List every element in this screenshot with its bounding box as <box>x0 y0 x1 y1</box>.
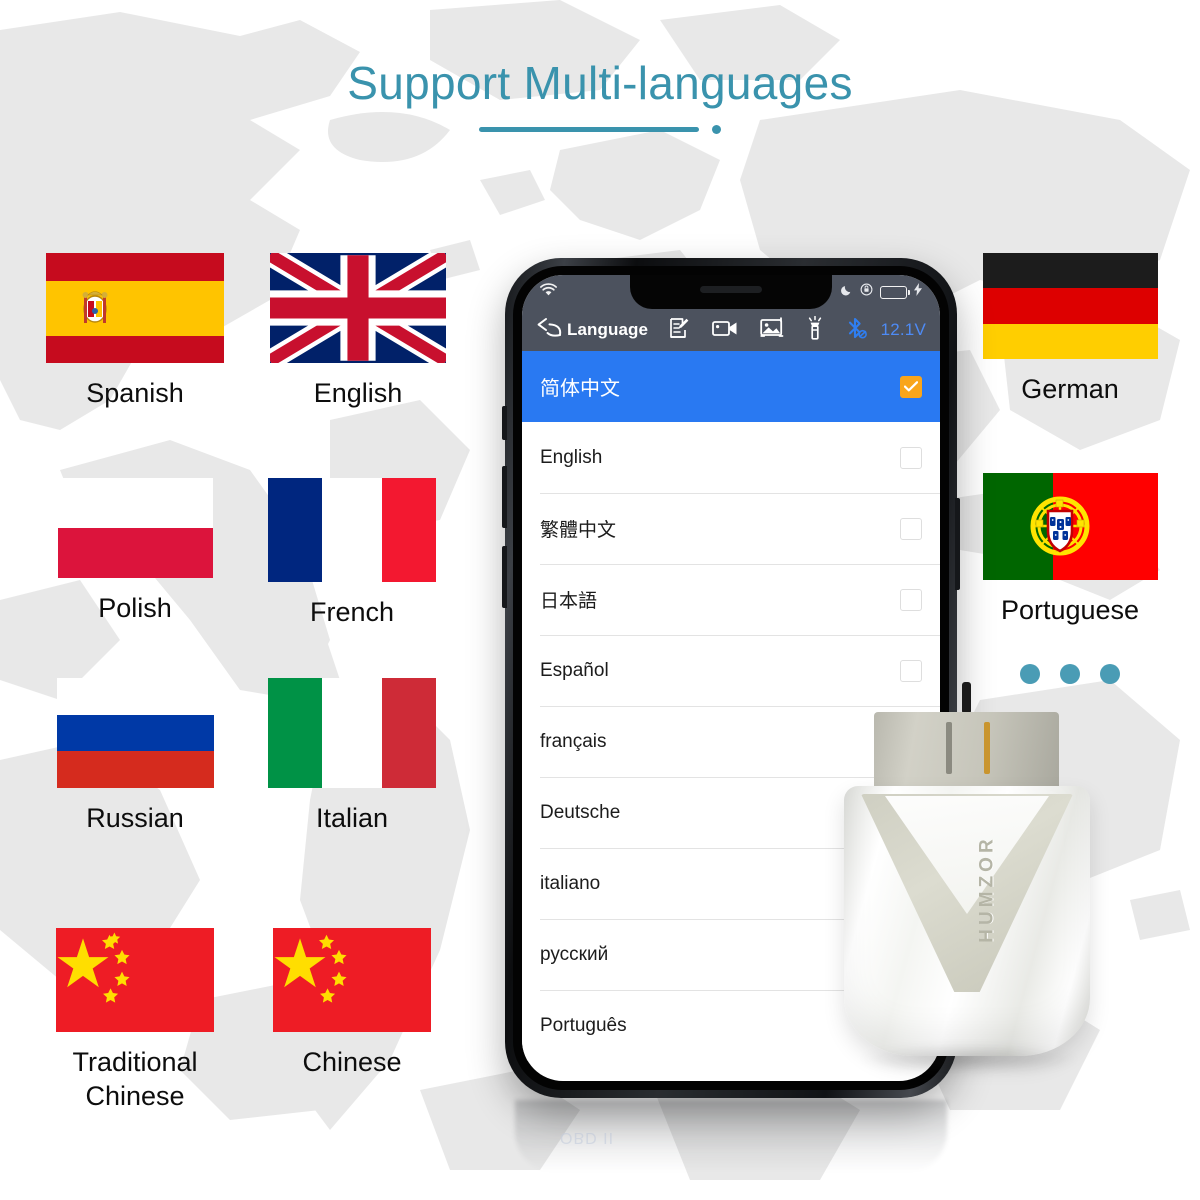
back-arrow-icon[interactable] <box>536 317 562 344</box>
volume-up-button[interactable] <box>502 466 507 528</box>
language-row-spanish[interactable]: Español <box>522 635 940 706</box>
dongle-brand-label: HUMZOR <box>976 835 998 943</box>
title-underline <box>0 124 1200 134</box>
plug-contact <box>946 722 952 774</box>
power-button[interactable] <box>955 498 960 590</box>
language-row-simplified-chinese[interactable]: 简体中文 <box>522 351 940 422</box>
lightning-bolt-icon <box>914 283 922 301</box>
earpiece-speaker <box>700 286 762 293</box>
voltage-readout: 12.1V <box>880 320 926 339</box>
flag-spain-icon <box>46 253 224 363</box>
flag-label: French <box>309 597 395 627</box>
dongle-obd-plug <box>874 712 1059 794</box>
flag-label: Polish <box>98 593 172 623</box>
checkbox-unchecked[interactable] <box>900 588 922 611</box>
flag-cell-france: French <box>262 478 442 630</box>
language-name: Español <box>540 659 609 681</box>
wifi-icon <box>540 283 557 301</box>
header: Support Multi-languages <box>0 58 1200 134</box>
plug-contact <box>984 722 990 774</box>
note-edit-icon[interactable] <box>668 317 690 344</box>
flag-cell-uk: English <box>268 253 448 411</box>
language-row-traditional-chinese[interactable]: 繁體中文 <box>522 493 940 564</box>
language-name: English <box>540 446 603 468</box>
flag-cell-china-traditional: Traditional Chinese <box>45 928 225 1114</box>
back-button[interactable]: Language <box>536 317 648 344</box>
language-name: Português <box>540 1014 627 1036</box>
language-name: русский <box>540 943 609 965</box>
flashlight-icon[interactable] <box>806 315 824 345</box>
pagination-dots[interactable] <box>1020 664 1120 684</box>
flag-label: Spanish <box>86 378 184 408</box>
flag-cell-china: Chinese <box>262 928 442 1080</box>
flag-cell-spain: Spanish <box>45 253 225 411</box>
app-toolbar: Language 12.1V <box>522 309 940 351</box>
pagination-dot[interactable] <box>1060 664 1080 684</box>
flag-label: Russian <box>86 803 184 833</box>
checkbox-unchecked[interactable] <box>900 517 922 540</box>
dongle-shadow <box>858 1044 1080 1074</box>
flag-label: German <box>1021 374 1119 404</box>
flag-uk-icon <box>270 253 446 363</box>
flag-label: Italian <box>315 803 389 833</box>
reflection-text: OBD II <box>560 1129 615 1146</box>
flag-cell-portugal: Portuguese <box>980 473 1160 628</box>
moon-icon <box>841 283 853 301</box>
language-name: 简体中文 <box>540 378 620 400</box>
dongle-cable <box>962 682 971 714</box>
language-name: 繁體中文 <box>540 520 617 541</box>
flag-russia-icon <box>56 678 214 788</box>
image-gallery-icon[interactable] <box>760 316 784 344</box>
flag-cell-poland: Polish <box>45 478 225 626</box>
flag-label: Traditional Chinese <box>72 1047 198 1111</box>
flag-cell-italy: Italian <box>262 678 442 836</box>
rotation-lock-icon <box>860 283 873 301</box>
flag-france-icon <box>268 478 436 582</box>
language-row-english[interactable]: English <box>522 422 940 493</box>
volume-down-button[interactable] <box>502 546 507 608</box>
language-name: français <box>540 730 607 752</box>
language-name: Deutsche <box>540 801 621 823</box>
language-name: 日本語 <box>540 591 598 612</box>
pagination-dot[interactable] <box>1100 664 1120 684</box>
language-row-japanese[interactable]: 日本語 <box>522 564 940 635</box>
promo-graphic: Support Multi-languages Spanish English … <box>0 0 1200 1200</box>
flag-poland-icon <box>57 478 213 578</box>
video-camera-icon[interactable] <box>712 318 738 343</box>
page-title: Support Multi-languages <box>347 57 853 109</box>
phone-notch <box>630 275 832 309</box>
checkbox-unchecked[interactable] <box>900 446 922 469</box>
flag-italy-icon <box>268 678 436 788</box>
flag-label: English <box>313 378 403 408</box>
checkbox-checked[interactable] <box>900 375 922 398</box>
obd-dongle-icon: HUMZOR <box>840 682 1140 1120</box>
flag-portugal-icon <box>982 473 1158 580</box>
flag-china-icon <box>56 928 214 1032</box>
checkbox-unchecked[interactable] <box>900 659 922 682</box>
pagination-dot[interactable] <box>1020 664 1040 684</box>
underline-bar <box>479 126 699 132</box>
flag-germany-icon <box>982 253 1158 359</box>
toolbar-title: Language <box>567 320 649 339</box>
mute-switch[interactable] <box>502 406 507 440</box>
flag-china-icon <box>273 928 431 1032</box>
language-name: italiano <box>540 872 601 894</box>
flag-cell-russia: Russian <box>45 678 225 836</box>
bluetooth-icon[interactable] <box>846 316 868 345</box>
flag-cell-germany: German <box>980 253 1160 407</box>
flag-label: Portuguese <box>1000 595 1140 625</box>
battery-icon <box>880 285 910 299</box>
flag-label: Chinese <box>302 1047 402 1077</box>
underline-dot <box>712 124 721 134</box>
